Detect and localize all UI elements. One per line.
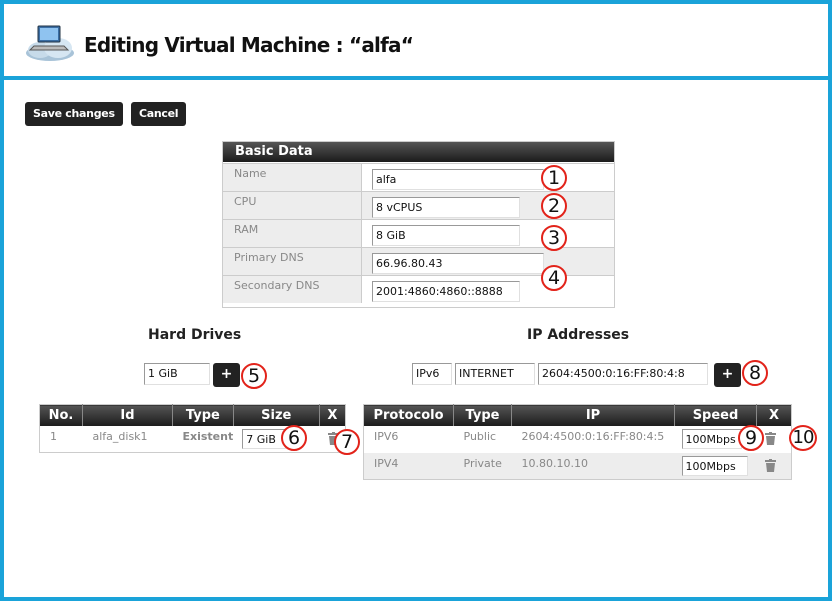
table-row: IPV6 Public 2604:4500:0:16:FF:80:4:5 100… [364, 426, 792, 453]
marker-5: 5 [241, 363, 267, 389]
ip-protocol: IPV4 [374, 456, 399, 470]
cloud-computer-icon [24, 20, 76, 65]
field-label: CPU [223, 192, 361, 219]
marker-6: 6 [281, 425, 307, 451]
ip-speed-input[interactable]: 100Mbps [681, 455, 748, 476]
marker-4: 4 [541, 265, 567, 291]
column-header: X [319, 404, 346, 426]
table-header: No. Id Type Size X [39, 404, 346, 426]
column-header: Type [172, 404, 234, 426]
add-drive-button[interactable]: + [213, 363, 240, 387]
ip-speed-input[interactable]: 100Mbps [681, 428, 742, 449]
new-drive-size-input[interactable]: 1 GiB [144, 363, 210, 385]
secondary-dns-input[interactable]: 2001:4860:4860::8888 [372, 281, 520, 302]
hard-drives-heading: Hard Drives [148, 327, 242, 343]
primary-dns-input[interactable]: 66.96.80.43 [372, 253, 544, 274]
drive-no: 1 [50, 429, 57, 443]
ram-input[interactable]: 8 GiB [372, 225, 520, 246]
field-label: RAM [223, 220, 361, 247]
cancel-button[interactable]: Cancel [131, 102, 187, 126]
ip-version-select[interactable]: IPv6 [412, 363, 452, 385]
marker-2: 2 [541, 193, 567, 219]
trash-icon[interactable] [764, 431, 776, 445]
add-ip-button[interactable]: + [714, 363, 741, 387]
field-label: Secondary DNS [223, 276, 361, 303]
ip-protocol: IPV6 [374, 429, 399, 443]
window-header: Editing Virtual Machine : “alfa“ [4, 4, 828, 76]
drive-size-input[interactable]: 7 GiB [242, 428, 287, 449]
ip-type: Public [463, 429, 497, 443]
ip-type-select[interactable]: INTERNET [455, 363, 535, 385]
ip-value: 10.80.10.10 [521, 456, 588, 470]
table-row: IPV4 Private 10.80.10.10 100Mbps [363, 452, 792, 480]
trash-icon[interactable] [764, 458, 776, 472]
ip-addresses-table: Protocolo Type IP Speed X IPV6 Public 26… [363, 404, 792, 480]
column-header: Speed [674, 404, 757, 426]
column-header: Type [453, 404, 512, 426]
column-header: Id [82, 404, 173, 426]
cpu-input[interactable]: 8 vCPUS [372, 197, 520, 218]
marker-9: 9 [738, 425, 764, 451]
marker-8: 8 [742, 360, 768, 386]
drive-type: Existent [182, 429, 234, 443]
table-header: Protocolo Type IP Speed X [363, 404, 792, 426]
ip-type: Private [463, 456, 502, 470]
ip-address-input[interactable]: 2604:4500:0:16:FF:80:4:8 [538, 363, 708, 385]
drive-id: alfa_disk1 [92, 429, 148, 443]
column-header: IP [511, 404, 675, 426]
marker-7: 7 [334, 429, 360, 455]
column-header: Protocolo [363, 404, 454, 426]
name-input[interactable]: alfa [372, 169, 544, 190]
marker-3: 3 [541, 225, 567, 251]
marker-10: 10 [789, 425, 817, 451]
column-header: Size [233, 404, 320, 426]
ip-value: 2604:4500:0:16:FF:80:4:5 [521, 429, 665, 443]
save-button[interactable]: Save changes [25, 102, 123, 126]
marker-1: 1 [541, 165, 567, 191]
field-label: Name [223, 164, 361, 191]
basic-data-heading: Basic Data [223, 142, 614, 162]
column-header: X [756, 404, 792, 426]
ip-addresses-heading: IP Addresses [527, 327, 630, 343]
field-label: Primary DNS [223, 248, 361, 275]
column-header: No. [39, 404, 83, 426]
page-title: Editing Virtual Machine : “alfa“ [84, 33, 414, 57]
main-panel: Save changes Cancel Basic Data Name alfa… [4, 80, 828, 597]
